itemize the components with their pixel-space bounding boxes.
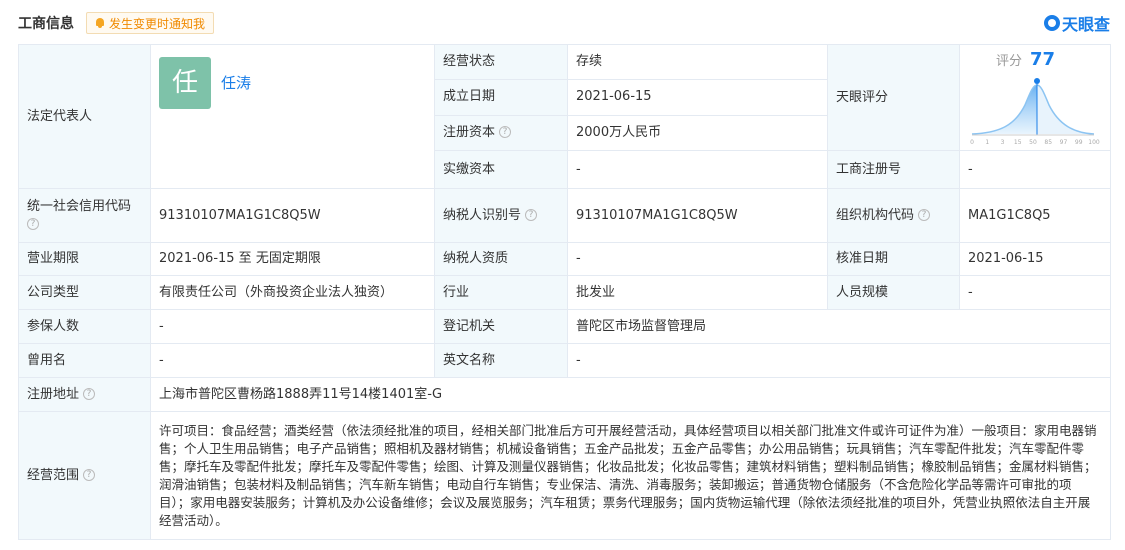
section-header: 工商信息 发生变更时通知我 天眼查 [18,10,1110,36]
capital-label-cell: 注册资本? [434,114,568,152]
legal-rep-cell: 任 任涛 [150,44,435,189]
score-axis-tick: 15 [1014,139,1022,146]
english-value: - [567,343,1111,378]
former-label: 曾用名 [18,343,151,378]
help-icon[interactable]: ? [525,209,538,221]
scope-value: 许可项目：食品经营；酒类经营（依法须经批准的项目，经相关部门批准后方可开展经营活… [150,411,1111,540]
score-marker-dot [1034,78,1040,84]
taxqual-value: - [567,242,828,276]
score-cell[interactable]: 评分 77 0 1 3 15 50 85 97 99 100 [959,44,1111,151]
notify-label: 发生变更时通知我 [109,16,206,31]
tianyancha-logo-icon [1043,15,1060,31]
staff-label: 人员规模 [827,275,960,310]
status-label: 经营状态 [434,43,568,81]
credit-label-cell: 统一社会信用代码? [18,188,151,243]
help-icon[interactable]: ? [27,218,39,230]
score-axis-tick: 97 [1060,139,1068,146]
capital-value: 2000万人民币 [567,114,828,152]
former-value: - [150,343,435,378]
capital-label: 注册资本 [443,124,496,140]
founded-value: 2021-06-15 [567,79,828,116]
help-icon[interactable]: ? [918,209,931,221]
approve-label: 核准日期 [827,242,960,276]
business-info-table: 法定代表人 任 任涛 经营状态 存续 天眼评分 评分 77 0 1 3 15 5… [18,43,1111,540]
score-axis-tick: 50 [1029,139,1037,146]
type-value: 有限责任公司（外商投资企业法人独资） [150,275,435,310]
curve-fill-right [1037,85,1094,134]
paid-label: 实缴资本 [434,150,568,189]
orgcode-label-cell: 组织机构代码? [827,188,960,243]
founded-label: 成立日期 [434,79,568,116]
help-icon[interactable]: ? [83,388,96,400]
score-value: 77 [1030,49,1056,70]
score-axis-tick: 0 [970,139,974,146]
paid-value: - [567,150,828,189]
section-title: 工商信息 [18,16,74,32]
taxid-value: 91310107MA1G1C8Q5W [567,188,828,243]
address-value: 上海市普陀区曹杨路1888弄11号14楼1401室-G [150,377,1111,412]
score-axis-tick: 85 [1044,139,1052,146]
help-icon[interactable]: ? [83,469,96,481]
orgcode-value: MA1G1C8Q5 [959,188,1111,243]
legal-rep-label: 法定代表人 [18,44,151,189]
notify-button[interactable]: 发生变更时通知我 [86,12,215,34]
regno-value: - [959,150,1111,189]
insured-value: - [150,309,435,344]
avatar: 任 [159,57,211,109]
status-value: 存续 [567,43,828,81]
scope-label: 经营范围 [27,467,80,483]
authority-value: 普陀区市场监督管理局 [567,309,1111,344]
term-value: 2021-06-15 至 无固定期限 [150,242,435,276]
orgcode-label: 组织机构代码 [836,207,915,223]
score-axis-tick: 100 [1088,139,1100,146]
english-label: 英文名称 [434,343,568,378]
score-axis-tick: 99 [1075,139,1083,146]
brand-name: 天眼查 [1061,15,1110,34]
legal-rep-name-link[interactable]: 任涛 [221,74,251,92]
address-label-cell: 注册地址? [18,377,151,412]
score-prefix: 评分 [996,54,1023,69]
bell-icon [95,18,105,28]
address-label: 注册地址 [27,386,80,402]
score-curve-chart: 0 1 3 15 50 85 97 99 100 [970,78,1100,146]
scope-label-cell: 经营范围? [18,411,151,540]
industry-label: 行业 [434,275,568,310]
taxqual-label: 纳税人资质 [434,242,568,276]
brand-logo[interactable]: 天眼查 [1043,11,1110,35]
score-axis-tick: 3 [1001,139,1005,146]
insured-label: 参保人数 [18,309,151,344]
approve-value: 2021-06-15 [959,242,1111,276]
score-axis-tick: 1 [985,139,989,146]
score-label: 天眼评分 [827,44,960,151]
term-label: 营业期限 [18,242,151,276]
taxid-label: 纳税人识别号 [443,207,522,223]
industry-value: 批发业 [567,275,828,310]
help-icon[interactable]: ? [499,126,512,139]
regno-label: 工商注册号 [827,150,960,189]
credit-label: 统一社会信用代码 [27,198,132,214]
staff-value: - [959,275,1111,310]
authority-label: 登记机关 [434,309,568,344]
taxid-label-cell: 纳税人识别号? [434,188,568,243]
type-label: 公司类型 [18,275,151,310]
credit-value: 91310107MA1G1C8Q5W [150,188,435,243]
